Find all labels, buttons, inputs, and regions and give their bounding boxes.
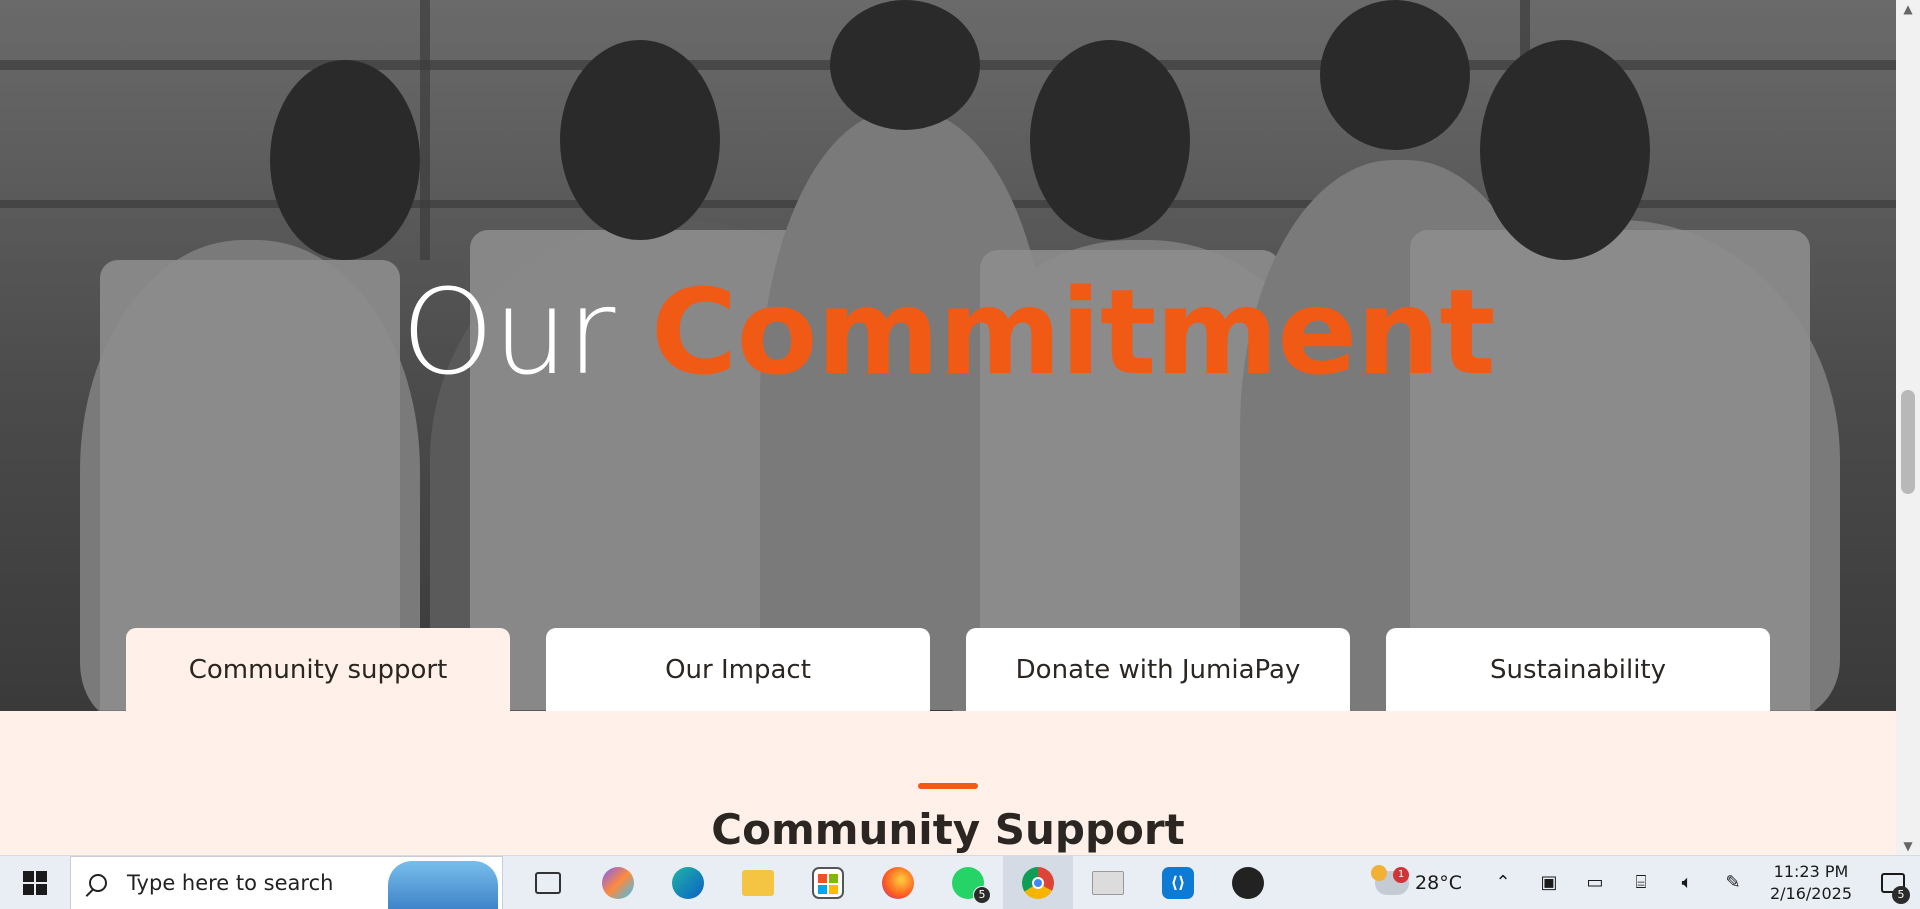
app-icon[interactable] bbox=[1213, 856, 1283, 909]
tab-sustainability[interactable]: Sustainability bbox=[1386, 628, 1770, 711]
commitment-tabs: Community support Our Impact Donate with… bbox=[126, 628, 1770, 711]
chevron-up-icon[interactable]: ⌃ bbox=[1480, 856, 1526, 909]
copilot-icon[interactable] bbox=[583, 856, 653, 909]
scroll-down-arrow-icon[interactable]: ▼ bbox=[1896, 837, 1920, 855]
clock-time: 11:23 PM bbox=[1773, 861, 1849, 881]
mail-icon[interactable] bbox=[1073, 856, 1143, 909]
section-title: Community Support bbox=[711, 805, 1185, 854]
page-viewport: Our Commitment Community support Our Imp… bbox=[0, 0, 1896, 855]
volume-icon[interactable]: 🔈︎ bbox=[1664, 856, 1710, 909]
firefox-icon[interactable] bbox=[863, 856, 933, 909]
task-view-icon[interactable] bbox=[513, 856, 583, 909]
taskbar-apps: 5 ⟨⟩ bbox=[513, 855, 1283, 909]
windows-logo-icon bbox=[23, 870, 47, 895]
section-accent-bar bbox=[918, 783, 978, 789]
weather-temp: 28°C bbox=[1415, 871, 1462, 894]
weather-widget[interactable]: 1 28°C bbox=[1357, 864, 1480, 895]
whatsapp-badge: 5 bbox=[973, 885, 991, 904]
tab-donate-with-jumiapay[interactable]: Donate with JumiaPay bbox=[966, 628, 1350, 711]
microsoft-store-icon[interactable] bbox=[793, 856, 863, 909]
notification-badge: 5 bbox=[1892, 885, 1910, 904]
hero-banner: Our Commitment bbox=[0, 0, 1896, 711]
taskbar-search-box[interactable]: Type here to search bbox=[70, 855, 503, 909]
hero-title-our: Our bbox=[401, 263, 615, 401]
notification-center-icon[interactable]: 5 bbox=[1866, 856, 1920, 909]
hero-title-commitment: Commitment bbox=[650, 263, 1496, 401]
page-scrollbar[interactable]: ▲ ▼ bbox=[1896, 0, 1920, 855]
system-tray: 1 28°C ⌃ ▣ ▭ ⌸ 🔈︎ ✎ 11:23 PM 2/16/2025 5 bbox=[1357, 856, 1920, 909]
search-highlight-art bbox=[388, 860, 498, 909]
weather-badge: 1 bbox=[1393, 866, 1410, 883]
scrollbar-thumb[interactable] bbox=[1901, 390, 1915, 494]
tab-our-impact[interactable]: Our Impact bbox=[546, 628, 930, 711]
pen-icon[interactable]: ✎ bbox=[1710, 856, 1756, 909]
scroll-up-arrow-icon[interactable]: ▲ bbox=[1896, 0, 1920, 18]
windows-taskbar: Type here to search 5 ⟨⟩ 1 28°C ⌃ ▣ ▭ ⌸ … bbox=[0, 855, 1920, 909]
meet-now-icon[interactable]: ▣ bbox=[1526, 856, 1572, 909]
clock-date: 2/16/2025 bbox=[1769, 883, 1853, 903]
network-icon[interactable]: ⌸ bbox=[1618, 856, 1664, 909]
tab-community-support[interactable]: Community support bbox=[126, 628, 510, 711]
start-button[interactable] bbox=[0, 856, 70, 909]
taskbar-clock[interactable]: 11:23 PM 2/16/2025 bbox=[1756, 861, 1866, 905]
battery-icon[interactable]: ▭ bbox=[1572, 856, 1618, 909]
file-explorer-icon[interactable] bbox=[723, 856, 793, 909]
hero-title: Our Commitment bbox=[0, 262, 1896, 402]
edge-icon[interactable] bbox=[653, 856, 723, 909]
whatsapp-icon[interactable]: 5 bbox=[933, 856, 1003, 909]
search-placeholder: Type here to search bbox=[127, 870, 334, 895]
chrome-icon[interactable] bbox=[1003, 855, 1073, 909]
search-icon bbox=[89, 873, 107, 892]
vscode-icon[interactable]: ⟨⟩ bbox=[1143, 856, 1213, 909]
